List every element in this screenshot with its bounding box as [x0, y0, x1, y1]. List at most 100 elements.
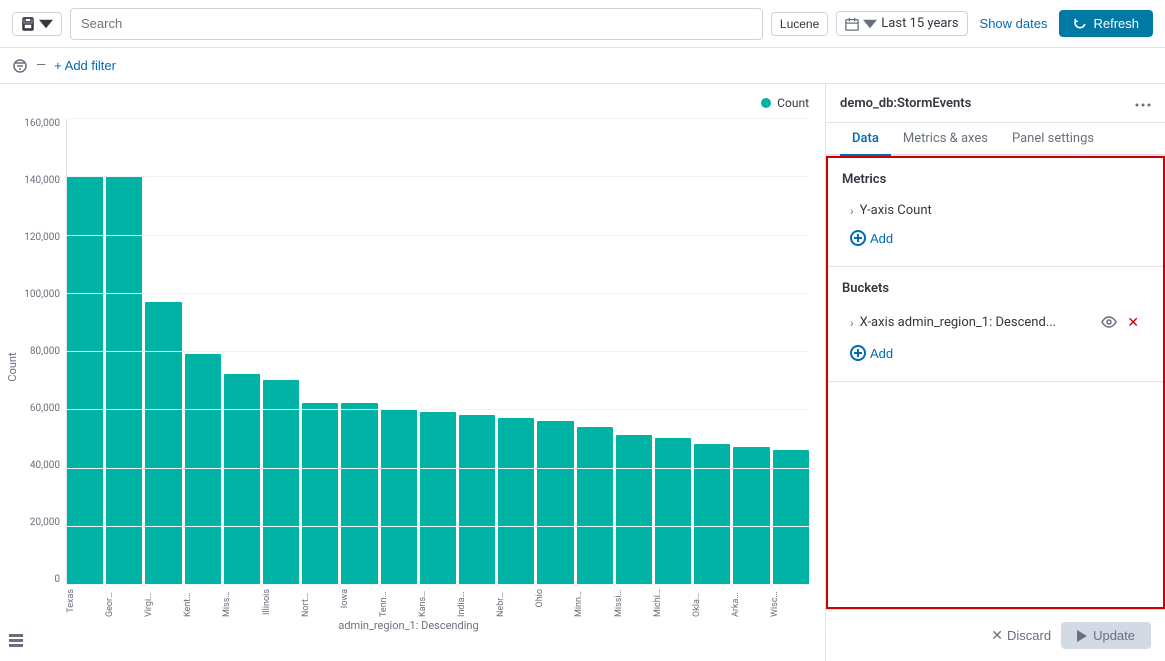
filter-icon [12, 58, 28, 74]
metrics-add-label: Add [870, 231, 893, 246]
x-label: Arkansas [731, 589, 770, 617]
y-tick: 120,000 [24, 232, 60, 243]
panel-menu-button[interactable] [1135, 94, 1151, 112]
bar[interactable] [341, 403, 377, 584]
y-tick: 140,000 [24, 175, 60, 186]
update-button[interactable]: Update [1061, 622, 1151, 649]
lucene-button[interactable]: Lucene [771, 12, 828, 36]
bottom-toolbar [8, 633, 24, 653]
bar[interactable] [67, 176, 103, 584]
x-label: Illinois [262, 589, 301, 615]
discard-button[interactable]: ✕ Discard [991, 627, 1051, 644]
chevron-down-icon [39, 17, 53, 31]
save-button[interactable] [12, 12, 62, 36]
y-tick: 20,000 [30, 517, 60, 528]
play-icon [1077, 630, 1087, 642]
x-label: Missouri [222, 589, 261, 617]
panel-tab-data[interactable]: Data [840, 123, 891, 156]
filter-icon-button[interactable] [12, 58, 28, 74]
bar[interactable] [106, 176, 142, 584]
refresh-label: Refresh [1093, 16, 1139, 31]
eye-icon [1101, 316, 1117, 328]
ellipsis-icon [1135, 103, 1151, 107]
x-label: Nebraska [496, 589, 535, 617]
filter-separator: — [36, 58, 46, 73]
y-tick: 60,000 [30, 403, 60, 414]
bar[interactable] [498, 418, 534, 584]
metric-label: Y-axis Count [860, 203, 1141, 218]
y-tick: 0 [54, 574, 60, 585]
bar[interactable] [224, 374, 260, 584]
bar[interactable] [733, 447, 769, 584]
y-tick: 160,000 [24, 118, 60, 129]
bar[interactable] [145, 302, 181, 585]
chart-area: Count Count 160,000140,000120,000100,000… [0, 84, 825, 661]
bucket-row[interactable]: › X-axis admin_region_1: Descend... ✕ [842, 306, 1149, 339]
time-picker[interactable]: Last 15 years [836, 11, 967, 36]
bar[interactable] [773, 450, 809, 584]
x-label: Georgia [105, 589, 144, 617]
metrics-section: Metrics › Y-axis Count Add [828, 158, 1163, 267]
panel-header: demo_db:StormEvents [826, 84, 1165, 123]
bar[interactable] [185, 354, 221, 584]
x-label: Mississippi [614, 589, 653, 617]
bar[interactable] [616, 435, 652, 584]
metrics-add-button[interactable]: Add [842, 224, 901, 252]
bar[interactable] [694, 444, 730, 584]
x-label: Oklahoma [692, 589, 731, 617]
x-label: Michigan [653, 589, 692, 617]
bar[interactable] [263, 380, 299, 584]
bar[interactable] [420, 412, 456, 584]
bar[interactable] [459, 415, 495, 584]
y-ticks: 160,000140,000120,000100,00080,00060,000… [8, 118, 66, 585]
panel-tab-metrics-&-axes[interactable]: Metrics & axes [891, 123, 1000, 156]
table-icon-button[interactable] [8, 633, 24, 652]
bucket-row-actions: ✕ [1099, 312, 1141, 333]
x-label: Minnesota [574, 589, 613, 617]
buckets-section: Buckets › X-axis admin_region_1: Descend… [828, 267, 1163, 382]
panel-title: demo_db:StormEvents [840, 96, 971, 111]
table-icon [8, 633, 24, 649]
buckets-add-button[interactable]: Add [842, 339, 901, 367]
right-panel: demo_db:StormEvents DataMetrics & axesPa… [825, 84, 1165, 661]
bar[interactable] [302, 403, 338, 584]
bucket-label: X-axis admin_region_1: Descend... [860, 315, 1094, 330]
x-label: Wisconsin [770, 589, 809, 617]
legend-label: Count [777, 96, 809, 110]
x-label: Tennessee [379, 589, 418, 617]
bar[interactable] [655, 438, 691, 584]
buckets-title: Buckets [842, 281, 1149, 296]
x-axis-title: admin_region_1: Descending [8, 619, 809, 632]
bar[interactable] [381, 409, 417, 584]
panel-body: Metrics › Y-axis Count Add Buckets › X-a [826, 156, 1165, 609]
bottom-bar: ✕ Discard Update [826, 609, 1165, 661]
update-label: Update [1093, 628, 1135, 643]
x-label: Kansas [418, 589, 457, 617]
bar[interactable] [537, 421, 573, 584]
legend-dot [761, 98, 771, 108]
panel-tab-panel-settings[interactable]: Panel settings [1000, 123, 1106, 156]
refresh-icon [1073, 17, 1087, 31]
add-filter-button[interactable]: + Add filter [54, 58, 116, 73]
refresh-button[interactable]: Refresh [1059, 10, 1153, 37]
x-label: Ohio [535, 589, 574, 607]
bucket-close-button[interactable]: ✕ [1125, 312, 1141, 333]
bar[interactable] [577, 427, 613, 584]
y-tick: 80,000 [30, 346, 60, 357]
metric-row[interactable]: › Y-axis Count [842, 197, 1149, 224]
search-input[interactable] [70, 8, 763, 40]
buckets-add-label: Add [870, 346, 893, 361]
time-range-label: Last 15 years [881, 16, 958, 31]
discard-label: Discard [1007, 628, 1051, 643]
chart-legend: Count [8, 96, 809, 110]
calendar-chevron-icon [863, 17, 877, 31]
filter-bar: — + Add filter [0, 48, 1165, 84]
discard-x: ✕ [991, 627, 1003, 644]
x-labels: TexasGeorgiaVirginiaKentuckyMissouriIlli… [66, 585, 809, 615]
show-dates-button[interactable]: Show dates [976, 12, 1052, 35]
main-content: Count Count 160,000140,000120,000100,000… [0, 84, 1165, 661]
metrics-add-icon [850, 230, 866, 246]
bucket-chevron-icon: › [850, 316, 854, 330]
bucket-eye-button[interactable] [1099, 313, 1119, 333]
save-icon [21, 17, 35, 31]
